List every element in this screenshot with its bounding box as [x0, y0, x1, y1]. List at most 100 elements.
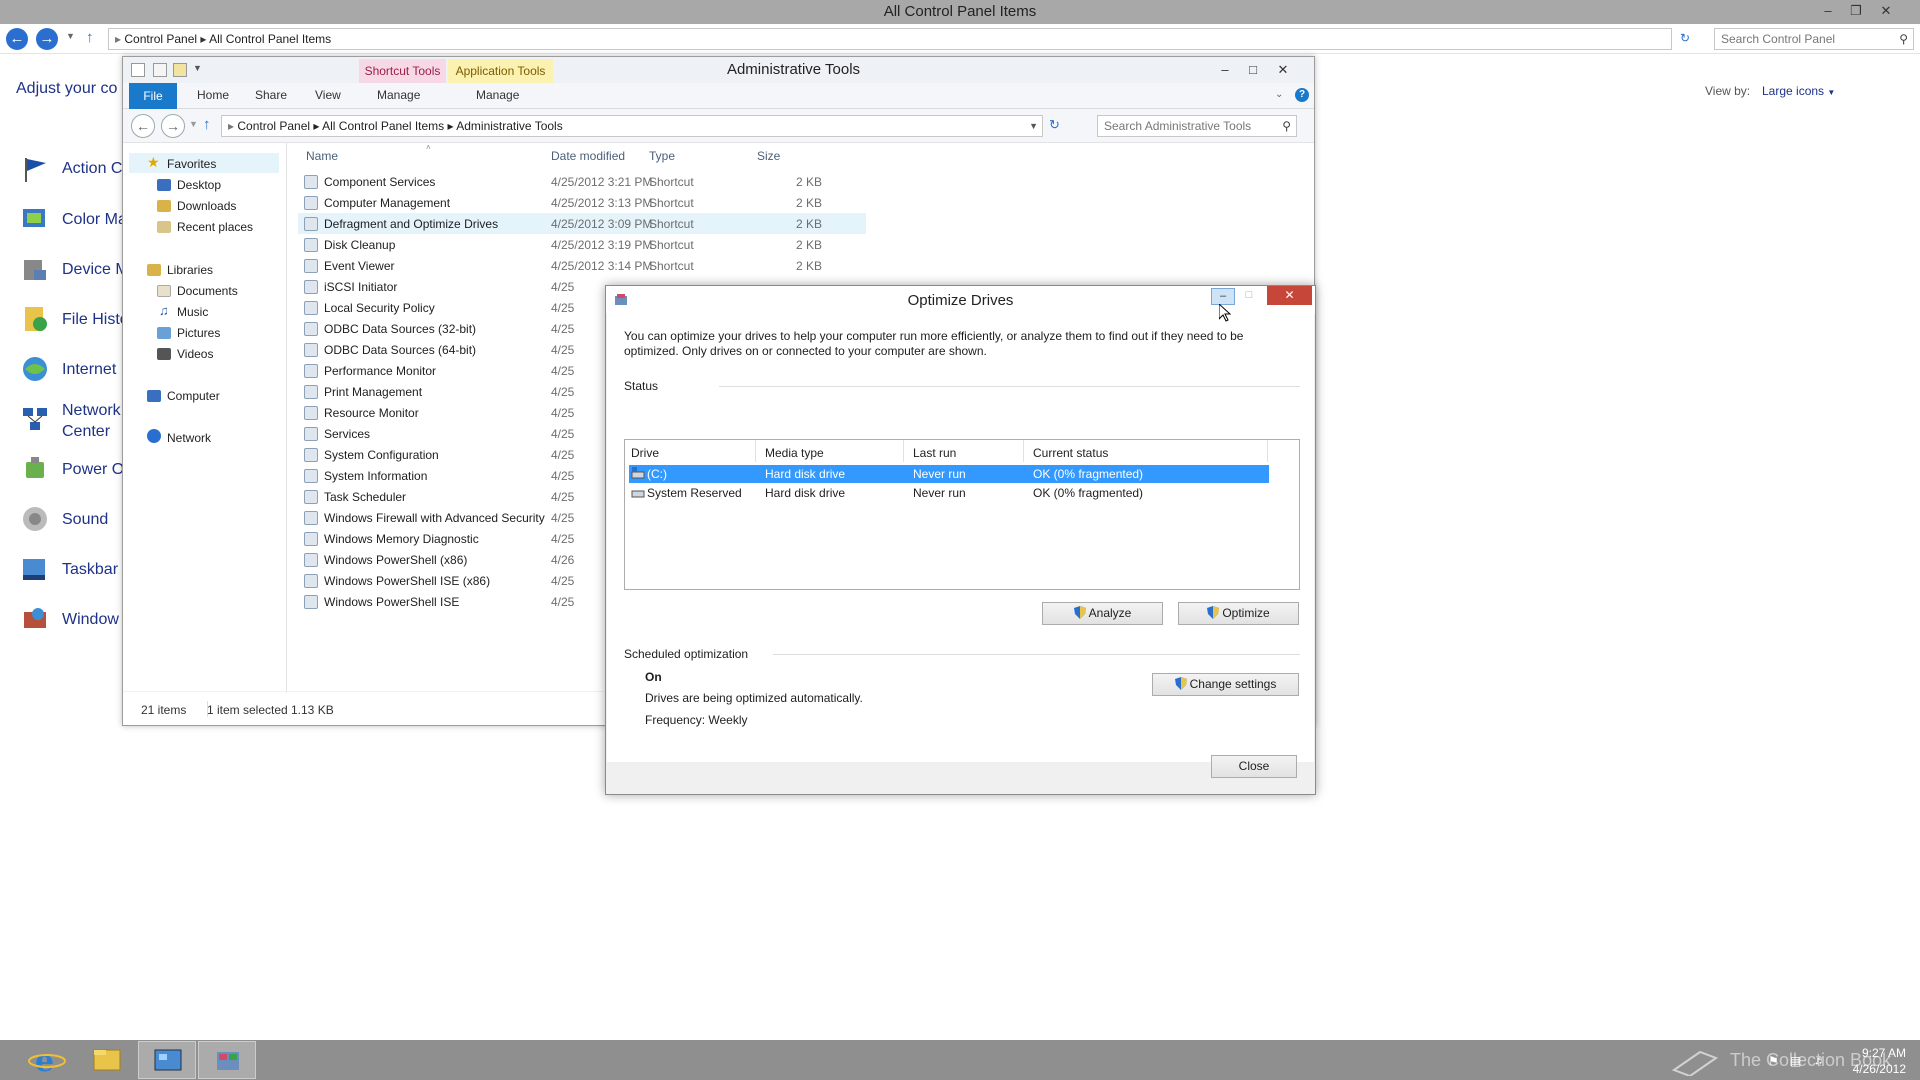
cp-item-action-center[interactable]: Action C	[62, 160, 122, 178]
cp-item-sound[interactable]: Sound	[62, 511, 108, 529]
cp-item-device-manager[interactable]: Device M	[62, 261, 129, 279]
cp-item-power-options[interactable]: Power O	[62, 461, 124, 479]
cp-item-network-center[interactable]: Center	[62, 423, 110, 441]
close-button[interactable]: Close	[1211, 755, 1297, 778]
nav-music[interactable]: Music	[177, 305, 208, 319]
file-explorer-icon	[93, 1049, 121, 1071]
explorer-up-icon[interactable]: ↑	[203, 116, 211, 133]
dialog-maximize-button[interactable]: □	[1237, 288, 1261, 305]
control-panel-search-input[interactable]: Search Control Panel ⚲	[1714, 28, 1914, 50]
col-last-run[interactable]: Last run	[913, 446, 956, 460]
shortcut-icon	[304, 553, 318, 567]
file-row[interactable]: Computer Management 4/25/2012 3:13 PM Shor…	[298, 192, 866, 213]
file-row[interactable]: Component Services 4/25/2012 3:21 PM Short…	[298, 171, 866, 192]
nav-network[interactable]: Network	[167, 431, 211, 445]
nav-favorites[interactable]: Favorites	[167, 157, 216, 171]
drive-row-c[interactable]: (C:) Hard disk drive Never run OK (0% fr…	[629, 465, 1269, 483]
optimize-button[interactable]: Optimize	[1178, 602, 1299, 625]
explorer-recent-icon[interactable]: ▼	[189, 119, 198, 129]
explorer-search-input[interactable]: Search Administrative Tools ⚲	[1097, 115, 1297, 137]
network-tray-icon[interactable]: ▤	[1790, 1054, 1801, 1068]
col-drive[interactable]: Drive	[631, 446, 659, 460]
taskbar-optimize-drives[interactable]	[198, 1041, 256, 1079]
nav-desktop[interactable]: Desktop	[177, 178, 221, 192]
explorer-forward-button[interactable]: →	[161, 114, 185, 138]
col-media-type[interactable]: Media type	[765, 446, 824, 460]
nav-libraries[interactable]: Libraries	[167, 263, 213, 277]
back-button[interactable]: ←	[6, 28, 28, 50]
dialog-minimize-button[interactable]: –	[1211, 288, 1235, 305]
expand-ribbon-icon[interactable]: ⌄	[1275, 89, 1283, 100]
nav-documents[interactable]: Documents	[177, 284, 238, 298]
column-size[interactable]: Size	[757, 149, 780, 163]
analyze-button[interactable]: Analyze	[1042, 602, 1163, 625]
forward-button[interactable]: →	[36, 28, 58, 50]
cp-item-color-management[interactable]: Color Ma	[62, 211, 127, 229]
file-date: 4/25/2012 3:14 PM	[551, 259, 653, 273]
home-tab[interactable]: Home	[197, 88, 229, 102]
control-panel-breadcrumb[interactable]: ▸ Control Panel ▸ All Control Panel Item…	[108, 28, 1672, 50]
uac-shield-icon	[1174, 677, 1187, 690]
explorer-close-button[interactable]: ✕	[1271, 61, 1295, 79]
minimize-button[interactable]: –	[1816, 2, 1840, 20]
cp-item-internet-options[interactable]: Internet	[62, 361, 116, 379]
nav-downloads[interactable]: Downloads	[177, 199, 236, 213]
nav-computer[interactable]: Computer	[167, 389, 220, 403]
nav-recent-places[interactable]: Recent places	[177, 220, 253, 234]
explorer-refresh-icon[interactable]: ↻	[1049, 117, 1060, 133]
file-row[interactable]: Disk Cleanup 4/25/2012 3:19 PM Shortcut 2 K…	[298, 234, 866, 255]
taskbar-internet-explorer[interactable]: e	[18, 1041, 76, 1079]
action-center-flag-icon[interactable]: ⚑	[1768, 1054, 1779, 1068]
column-date-modified[interactable]: Date modified	[551, 149, 625, 163]
shortcut-icon	[304, 280, 318, 294]
shortcut-icon	[304, 259, 318, 273]
explorer-minimize-button[interactable]: –	[1213, 61, 1237, 79]
nav-pictures[interactable]: Pictures	[177, 326, 220, 340]
help-icon[interactable]: ?	[1295, 88, 1309, 102]
cp-item-windows-firewall[interactable]: Window	[62, 611, 119, 629]
file-date: 4/25	[551, 532, 575, 546]
taskbar-control-panel[interactable]	[138, 1041, 196, 1079]
file-row[interactable]: Defragment and Optimize Drives 4/25/2012 …	[298, 213, 866, 234]
shortcut-icon	[304, 322, 318, 336]
control-panel-titlebar: All Control Panel Items – ❐ ✕	[0, 0, 1920, 24]
address-dropdown-icon[interactable]: ▼	[1029, 116, 1038, 136]
close-button[interactable]: ✕	[1874, 2, 1898, 20]
dialog-close-x-button[interactable]: ✕	[1267, 286, 1312, 305]
cp-item-file-history[interactable]: File Histo	[62, 311, 129, 329]
file-date: 4/25	[551, 406, 575, 420]
cp-item-network[interactable]: Network	[62, 402, 121, 420]
file-date: 4/26	[551, 553, 575, 567]
clock-time[interactable]: 9:27 AM	[1846, 1046, 1906, 1060]
explorer-maximize-button[interactable]: □	[1241, 61, 1265, 79]
file-date: 4/25	[551, 511, 575, 525]
volume-icon[interactable]: ♬	[1814, 1053, 1826, 1067]
restore-button[interactable]: ❐	[1844, 2, 1868, 20]
manage-shortcut-tab[interactable]: Manage	[377, 88, 420, 102]
taskbar-file-explorer[interactable]	[78, 1041, 136, 1079]
nav-videos[interactable]: Videos	[177, 347, 213, 361]
change-settings-button[interactable]: Change settings	[1152, 673, 1299, 696]
control-panel-icon	[154, 1049, 182, 1071]
column-type[interactable]: Type	[649, 149, 675, 163]
refresh-icon[interactable]: ↻	[1680, 31, 1690, 45]
explorer-breadcrumb[interactable]: ▸ Control Panel ▸ All Control Panel Item…	[221, 115, 1043, 137]
recent-pages-icon[interactable]: ▼	[66, 31, 75, 41]
file-tab[interactable]: File	[129, 83, 177, 109]
col-current-status[interactable]: Current status	[1033, 446, 1108, 460]
clock-date[interactable]: 4/26/2012	[1846, 1062, 1906, 1076]
up-arrow-icon[interactable]: ↑	[86, 29, 94, 46]
drive-row-system-reserved[interactable]: System Reserved Hard disk drive Never ru…	[629, 484, 1269, 502]
shortcut-icon	[304, 532, 318, 546]
explorer-back-button[interactable]: ←	[131, 114, 155, 138]
share-tab[interactable]: Share	[255, 88, 287, 102]
manage-application-tab[interactable]: Manage	[476, 88, 519, 102]
optimize-drives-taskbar-icon	[217, 1052, 239, 1070]
view-by-dropdown[interactable]: Large icons ▼	[1762, 84, 1835, 98]
watermark-book-icon	[1670, 1044, 1720, 1076]
cp-item-taskbar[interactable]: Taskbar	[62, 561, 118, 579]
videos-icon	[157, 348, 171, 360]
file-row[interactable]: Event Viewer 4/25/2012 3:14 PM Shortcut 2 K…	[298, 255, 866, 276]
column-name[interactable]: Name	[306, 149, 338, 163]
view-tab[interactable]: View	[315, 88, 341, 102]
